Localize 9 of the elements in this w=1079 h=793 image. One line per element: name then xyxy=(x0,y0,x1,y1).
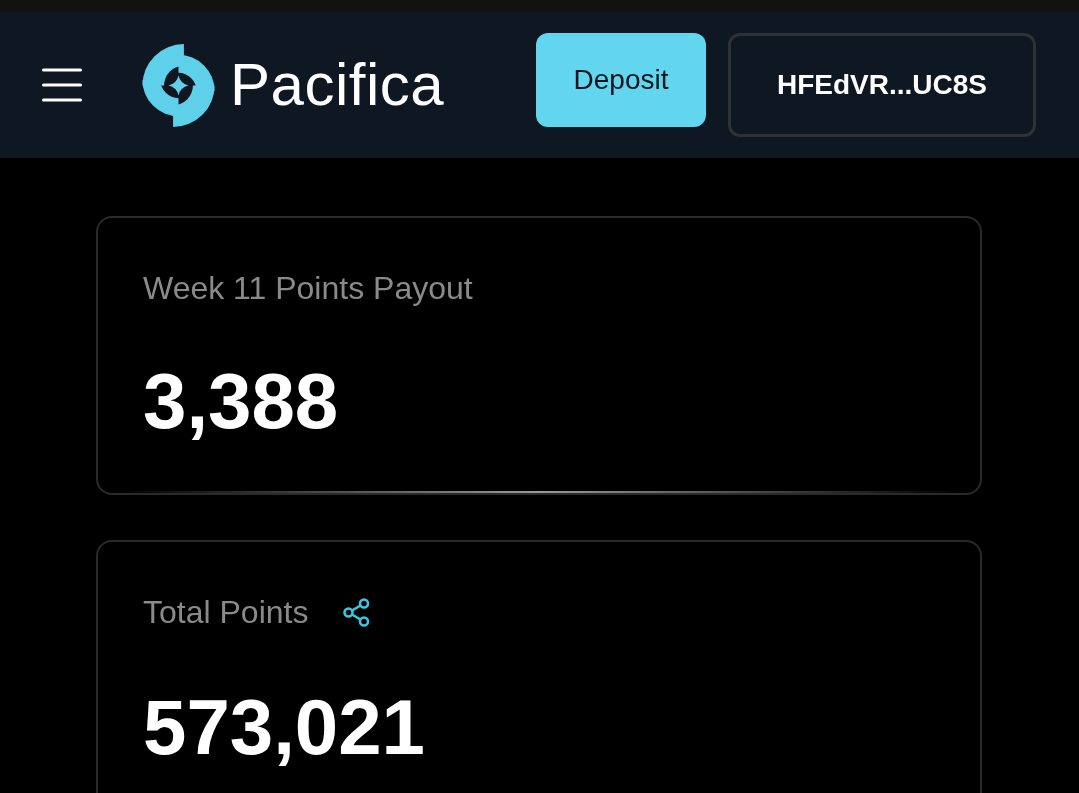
share-icon[interactable] xyxy=(343,597,371,627)
wallet-address-button[interactable]: HFEdVR...UC8S xyxy=(728,33,1036,137)
menu-icon[interactable] xyxy=(42,68,82,102)
points-value: 573,021 xyxy=(143,688,426,766)
deposit-button[interactable]: Deposit xyxy=(536,33,706,127)
card-label: Total Points xyxy=(143,593,309,632)
brand-name: Pacifica xyxy=(230,55,445,115)
card-label: Week 11 Points Payout xyxy=(143,269,473,308)
points-value: 3,388 xyxy=(143,362,340,440)
